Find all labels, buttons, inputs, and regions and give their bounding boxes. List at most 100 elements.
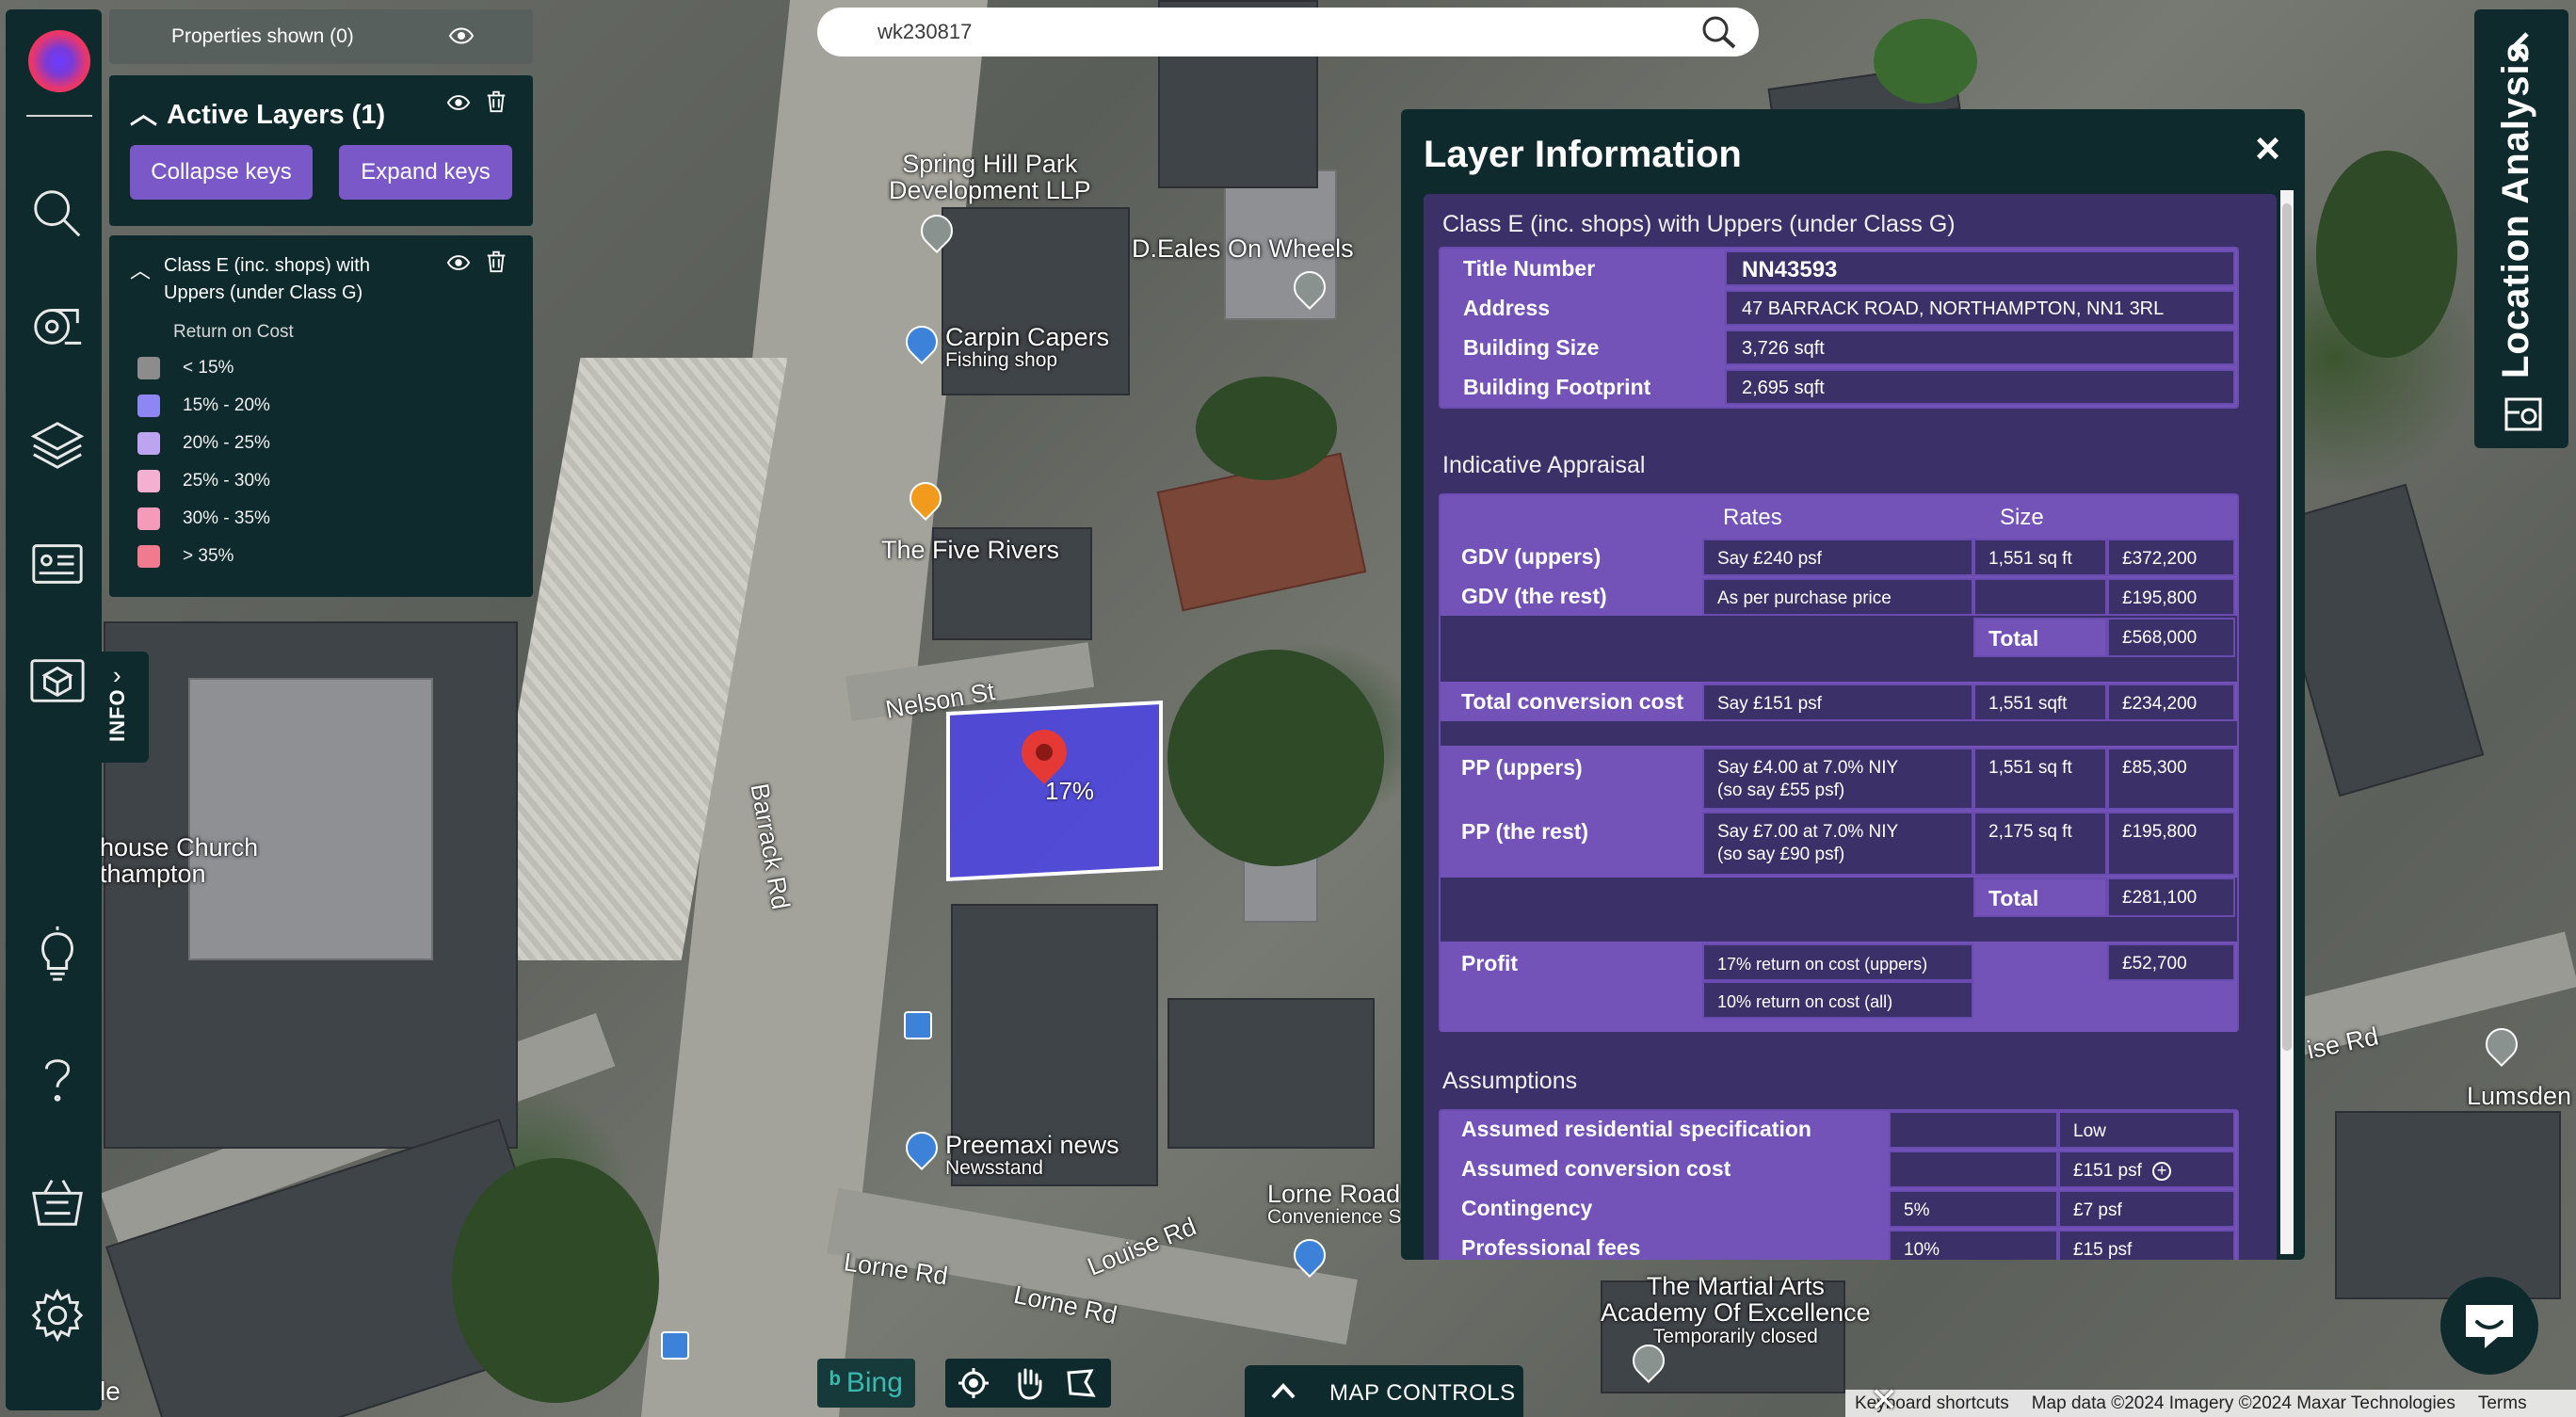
appraisal-table: Rates Size GDV (uppers) Say £240 psf 1,5… bbox=[1439, 493, 2239, 1032]
legend-item: 30% - 35% bbox=[137, 505, 270, 533]
sidebar-3d-button[interactable] bbox=[24, 648, 90, 714]
map-label: Spring Hill Park Development LLP bbox=[889, 150, 1091, 205]
chevron-right-icon: › bbox=[113, 661, 121, 689]
chevron-up-icon[interactable]: ︿ bbox=[130, 254, 151, 284]
map-label: D.Eales On Wheels bbox=[1132, 234, 1354, 263]
tree bbox=[1196, 377, 1337, 480]
legend-label: 25% - 30% bbox=[183, 471, 270, 491]
info-tab-label: INFO bbox=[105, 688, 129, 742]
property-details-table: Title Number NN43593 Address 47 BARRACK … bbox=[1439, 247, 2239, 409]
info-tab[interactable]: › INFO bbox=[102, 652, 149, 763]
sidebar-help-button[interactable] bbox=[24, 1047, 90, 1113]
scrollbar-thumb[interactable] bbox=[2282, 203, 2292, 1051]
search-input[interactable] bbox=[877, 15, 1678, 49]
properties-shown-bar[interactable]: Properties shown (0) bbox=[109, 9, 533, 64]
shopping-bag-icon[interactable] bbox=[898, 1124, 945, 1171]
trash-icon[interactable] bbox=[484, 89, 508, 113]
crosshair-icon bbox=[958, 1368, 989, 1398]
map-label: Carpin Capers Fishing shop bbox=[945, 323, 1110, 372]
close-icon[interactable]: ✕ bbox=[1870, 1380, 1898, 1417]
search-icon[interactable] bbox=[1700, 15, 1738, 49]
sidebar-report-button[interactable] bbox=[24, 531, 90, 597]
legend-item: 20% - 25% bbox=[137, 429, 270, 458]
table-row: Building Footprint 2,695 sqft bbox=[1441, 367, 2237, 407]
layer-information-content[interactable]: Class E (inc. shops) with Uppers (under … bbox=[1424, 194, 2277, 1260]
legend-item: > 35% bbox=[137, 542, 233, 571]
map-attribution-bar: Keyboard shortcuts Map data ©2024 Imager… bbox=[1845, 1390, 2576, 1417]
sidebar-measure-button[interactable] bbox=[24, 292, 90, 358]
legend-label: 15% - 20% bbox=[183, 395, 270, 415]
map-label: house Church thampton bbox=[100, 833, 259, 889]
sidebar-search-button[interactable] bbox=[24, 181, 90, 247]
legend-label: < 15% bbox=[183, 358, 234, 378]
lightbulb-icon bbox=[41, 926, 73, 981]
map-label: Lorne Road Convenience S bbox=[1267, 1180, 1402, 1229]
app-logo-icon[interactable] bbox=[28, 30, 90, 92]
appraisal-title: Indicative Appraisal bbox=[1442, 452, 1646, 478]
table-row: Building Size 3,726 sqft bbox=[1441, 328, 2237, 367]
close-icon[interactable]: × bbox=[2255, 126, 2280, 169]
property-return-label: 17% bbox=[1045, 777, 1095, 805]
table-row: Title Number NN43593 bbox=[1441, 249, 2237, 288]
map-label: Lumsden bbox=[2467, 1082, 2572, 1110]
eye-icon[interactable] bbox=[448, 23, 475, 49]
assumptions-table: Assumed residential specification Low As… bbox=[1439, 1109, 2239, 1260]
bing-maps-button[interactable]: ᵇ Bing bbox=[817, 1359, 915, 1408]
legend-item: 15% - 20% bbox=[137, 392, 270, 420]
chat-button[interactable] bbox=[2440, 1277, 2538, 1375]
eye-icon[interactable] bbox=[446, 250, 471, 275]
map-tools-bar bbox=[945, 1359, 1111, 1408]
map-pin-icon[interactable] bbox=[2478, 1021, 2525, 1068]
location-analysis-tab[interactable]: Location Analysis bbox=[2474, 9, 2568, 448]
sidebar-tips-button[interactable] bbox=[24, 921, 90, 987]
appraisal-header-row bbox=[1441, 495, 2237, 537]
map-label: Preemaxi news Newsstand bbox=[945, 1131, 1119, 1180]
sidebar-layers-button[interactable] bbox=[24, 412, 90, 478]
tree bbox=[452, 1158, 659, 1403]
sidebar-divider bbox=[26, 115, 92, 117]
building bbox=[2335, 1111, 2561, 1299]
map-controls-toggle[interactable]: MAP CONTROLS bbox=[1245, 1365, 1523, 1417]
add-circle-icon[interactable]: + bbox=[2152, 1162, 2172, 1181]
active-layers-title[interactable]: ︿ Active Layers (1) bbox=[130, 92, 385, 132]
tree bbox=[2316, 151, 2457, 358]
legend-label: > 35% bbox=[183, 546, 234, 566]
expand-keys-button[interactable]: Expand keys bbox=[339, 145, 512, 200]
legend-layer-name: Class E (inc. shops) with Uppers (under … bbox=[164, 255, 370, 303]
google-logo-fragment: le bbox=[100, 1377, 121, 1406]
building bbox=[1167, 998, 1375, 1149]
sidebar-settings-button[interactable] bbox=[24, 1282, 90, 1348]
bus-stop-icon[interactable] bbox=[661, 1331, 689, 1360]
locate-button[interactable] bbox=[955, 1366, 992, 1400]
chat-bubble-icon bbox=[2466, 1305, 2513, 1348]
legend-item: 25% - 30% bbox=[137, 467, 270, 495]
terms-link[interactable]: Terms bbox=[2478, 1393, 2527, 1414]
layer-legend-panel: ︿ Class E (inc. shops) with Uppers (unde… bbox=[109, 235, 533, 597]
draw-polygon-button[interactable] bbox=[1062, 1366, 1100, 1400]
properties-shown-label: Properties shown (0) bbox=[171, 25, 354, 47]
layers-icon bbox=[30, 422, 85, 469]
gear-icon bbox=[31, 1288, 84, 1343]
assumptions-title: Assumptions bbox=[1442, 1068, 1578, 1094]
eye-icon[interactable] bbox=[446, 90, 471, 115]
trash-icon[interactable] bbox=[484, 249, 508, 273]
map-label: The Martial Arts Academy Of Excellence Tem… bbox=[1601, 1272, 1871, 1347]
legend-item: < 15% bbox=[137, 354, 233, 382]
search-icon bbox=[34, 190, 81, 237]
bus-stop-icon[interactable] bbox=[904, 1011, 932, 1039]
location-analysis-label: Location Analysis bbox=[2495, 41, 2536, 378]
left-sidebar bbox=[6, 9, 102, 1410]
table-row: Address 47 BARRACK ROAD, NORTHAMPTON, NN… bbox=[1441, 288, 2237, 328]
legend-swatch bbox=[137, 432, 160, 455]
bing-logo-icon: ᵇ bbox=[829, 1367, 841, 1398]
collapse-keys-button[interactable]: Collapse keys bbox=[130, 145, 313, 200]
legend-label: 20% - 25% bbox=[183, 433, 270, 453]
polygon-icon bbox=[1067, 1369, 1096, 1397]
help-icon bbox=[44, 1059, 71, 1102]
pan-button[interactable] bbox=[1009, 1366, 1047, 1400]
basket-icon bbox=[32, 1180, 83, 1226]
map-marker-icon[interactable] bbox=[2503, 394, 2544, 435]
sidebar-basket-button[interactable] bbox=[24, 1169, 90, 1235]
map-data-attribution: Map data ©2024 Imagery ©2024 Maxar Techn… bbox=[2031, 1393, 2455, 1413]
hand-icon bbox=[1018, 1368, 1042, 1400]
